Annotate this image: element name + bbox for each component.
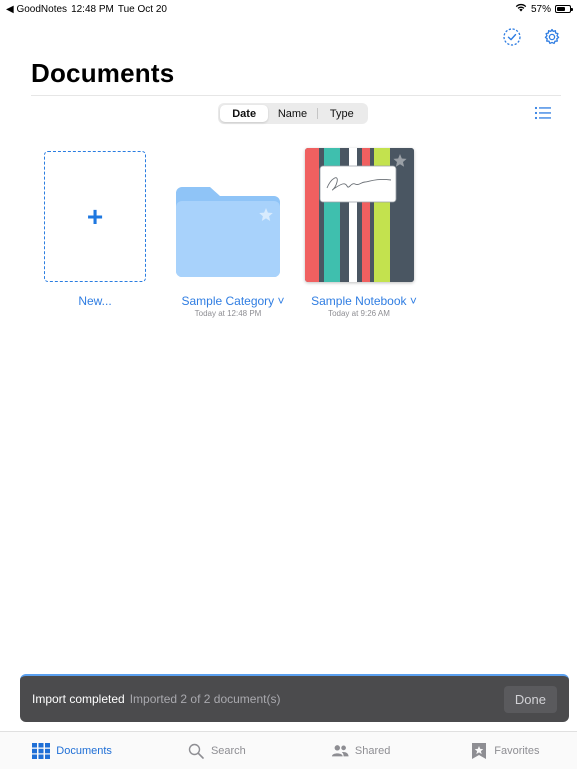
- sort-option-name[interactable]: Name: [268, 105, 316, 122]
- new-document-tile[interactable]: +: [44, 151, 146, 282]
- notebook-cover-art: [305, 148, 414, 282]
- sort-option-type[interactable]: Type: [318, 105, 366, 122]
- top-toolbar: [501, 26, 563, 48]
- star-bookmark-icon: [470, 742, 488, 759]
- list-view-icon[interactable]: [533, 104, 553, 122]
- sort-option-date[interactable]: Date: [220, 105, 269, 122]
- sort-segmented-control: Date Name Type: [218, 103, 368, 124]
- toast-done-button[interactable]: Done: [503, 685, 557, 713]
- sample-category-folder[interactable]: [176, 187, 280, 277]
- title-divider: [31, 95, 561, 96]
- status-bar: ◀ GoodNotes 12:48 PM Tue Oct 20 57%: [0, 0, 577, 18]
- tab-search[interactable]: Search: [144, 743, 288, 759]
- search-icon: [187, 743, 205, 759]
- sample-notebook-cover[interactable]: [305, 148, 414, 282]
- tab-shared[interactable]: Shared: [289, 743, 433, 759]
- folder-icon: [176, 187, 280, 277]
- status-time: 12:48 PM: [71, 3, 114, 15]
- wifi-icon: [515, 3, 527, 15]
- battery-percent: 57%: [530, 3, 551, 15]
- import-toast: Import completed Imported 2 of 2 documen…: [20, 674, 569, 722]
- toast-message: Imported 2 of 2 document(s): [129, 692, 281, 706]
- sample-notebook-date: Today at 9:26 AM: [328, 309, 390, 318]
- page-title: Documents: [31, 58, 175, 88]
- tab-favorites-label: Favorites: [494, 744, 540, 757]
- new-document-label[interactable]: New...: [78, 294, 111, 308]
- toast-title: Import completed: [32, 692, 125, 706]
- grid-icon: [32, 742, 51, 759]
- tab-shared-label: Shared: [354, 744, 391, 757]
- gear-icon[interactable]: [541, 26, 563, 48]
- plus-icon: +: [86, 200, 104, 232]
- sample-notebook-label[interactable]: Sample Notebook ˅: [311, 294, 417, 308]
- sample-category-date: Today at 12:48 PM: [194, 309, 262, 318]
- tab-search-label: Search: [210, 744, 246, 757]
- tab-favorites[interactable]: Favorites: [433, 742, 577, 759]
- status-date: Tue Oct 20: [117, 3, 167, 15]
- sample-category-label[interactable]: Sample Category ˅: [181, 294, 284, 308]
- select-check-icon[interactable]: [501, 26, 523, 48]
- tab-documents[interactable]: Documents: [0, 742, 144, 759]
- battery-icon: [555, 5, 573, 13]
- people-icon: [331, 743, 349, 759]
- tab-documents-label: Documents: [56, 744, 112, 757]
- back-to-app-link[interactable]: ◀ GoodNotes: [6, 4, 67, 15]
- tab-bar: Documents Search Shared Favorites: [0, 731, 577, 769]
